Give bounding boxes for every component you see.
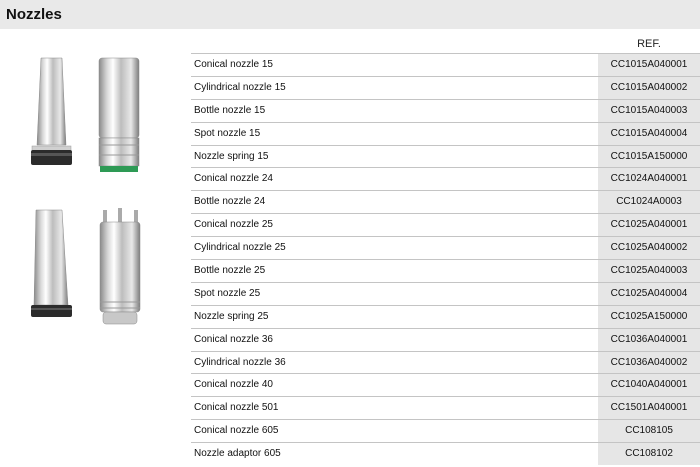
product-ref: CC1025A150000	[598, 305, 700, 328]
nozzle-table: Conical nozzle 15 CC1015A040001 Cylindrica…	[191, 53, 700, 466]
product-ref: CC1025A040001	[598, 214, 700, 237]
product-name: Nozzle adaptor 605	[194, 448, 281, 460]
page-header: Nozzles	[0, 0, 700, 29]
product-name: Conical nozzle 25	[194, 219, 273, 231]
table-row: Nozzle spring 15 CC1015A150000	[191, 144, 700, 168]
product-ref: CC1024A040001	[598, 168, 700, 191]
product-name: Nozzle spring 15	[194, 150, 269, 162]
product-ref: CC1015A150000	[598, 145, 700, 168]
product-name: Conical nozzle 24	[194, 173, 273, 185]
product-ref: CC1015A040001	[598, 54, 700, 76]
product-ref: CC108105	[598, 420, 700, 443]
table-row: Bottle nozzle 15 CC1015A040003	[191, 98, 700, 122]
product-images	[0, 40, 190, 340]
product-name: Conical nozzle 36	[194, 333, 273, 345]
table-row: Nozzle adaptor 605 CC108102	[191, 442, 700, 466]
product-name: Conical nozzle 15	[194, 59, 273, 70]
product-ref: CC1025A040003	[598, 260, 700, 282]
table-row: Spot nozzle 15 CC1015A040004	[191, 121, 700, 145]
product-ref: CC1025A040004	[598, 282, 700, 305]
product-ref: CC1025A040002	[598, 237, 700, 260]
conical-nozzle-image	[31, 57, 72, 165]
product-name: Spot nozzle 25	[194, 287, 261, 299]
product-ref: CC1036A040002	[598, 351, 700, 374]
product-name: Spot nozzle 15	[194, 127, 261, 139]
table-row: Nozzle spring 25 CC1025A150000	[191, 304, 700, 328]
table-row: Conical nozzle 36 CC1036A040001	[191, 327, 700, 351]
table-row: Bottle nozzle 24 CC1024A0003	[191, 190, 700, 214]
product-ref: CC1024A0003	[598, 191, 700, 214]
conical-nozzle-large-image	[31, 209, 72, 317]
product-ref: CC1501A040001	[598, 397, 700, 420]
table-row: Cylindrical nozzle 15 CC1015A040002	[191, 75, 700, 99]
ref-column-header: REF.	[637, 38, 661, 50]
table-row: Spot nozzle 25 CC1025A040004	[191, 281, 700, 305]
product-name: Conical nozzle 501	[194, 402, 279, 414]
product-ref: CC108102	[598, 443, 700, 466]
table-row: Conical nozzle 25 CC1025A040001	[191, 213, 700, 237]
product-name: Conical nozzle 605	[194, 425, 279, 437]
product-ref: CC1015A040003	[598, 99, 700, 122]
product-name: Cylindrical nozzle 25	[194, 242, 286, 254]
table-row: Conical nozzle 501 CC1501A040001	[191, 396, 700, 420]
product-name: Nozzle spring 25	[194, 310, 269, 322]
product-name: Bottle nozzle 15	[194, 104, 266, 116]
nozzle-illustrations	[31, 57, 141, 325]
table-row: Bottle nozzle 25 CC1025A040003	[191, 259, 700, 282]
product-ref: CC1015A040004	[598, 122, 700, 145]
product-name: Bottle nozzle 24	[194, 196, 266, 208]
product-name: Cylindrical nozzle 15	[194, 81, 286, 93]
product-ref: CC1015A040002	[598, 76, 700, 99]
page-title: Nozzles	[6, 6, 62, 23]
product-name: Conical nozzle 40	[194, 379, 273, 391]
table-row: Conical nozzle 40 CC1040A040001	[191, 373, 700, 397]
product-ref: CC1036A040001	[598, 328, 700, 351]
product-name: Bottle nozzle 25	[194, 265, 266, 277]
table-row: Conical nozzle 24 CC1024A040001	[191, 167, 700, 191]
cylindrical-nozzle-image	[98, 57, 140, 172]
table-row: Conical nozzle 15 CC1015A040001	[191, 53, 700, 76]
product-name: Cylindrical nozzle 36	[194, 356, 286, 368]
table-row: Cylindrical nozzle 25 CC1025A040002	[191, 236, 700, 260]
table-row: Cylindrical nozzle 36 CC1036A040002	[191, 350, 700, 374]
product-ref: CC1040A040001	[598, 374, 700, 397]
table-row: Conical nozzle 605 CC108105	[191, 419, 700, 443]
spot-nozzle-image	[99, 208, 141, 325]
